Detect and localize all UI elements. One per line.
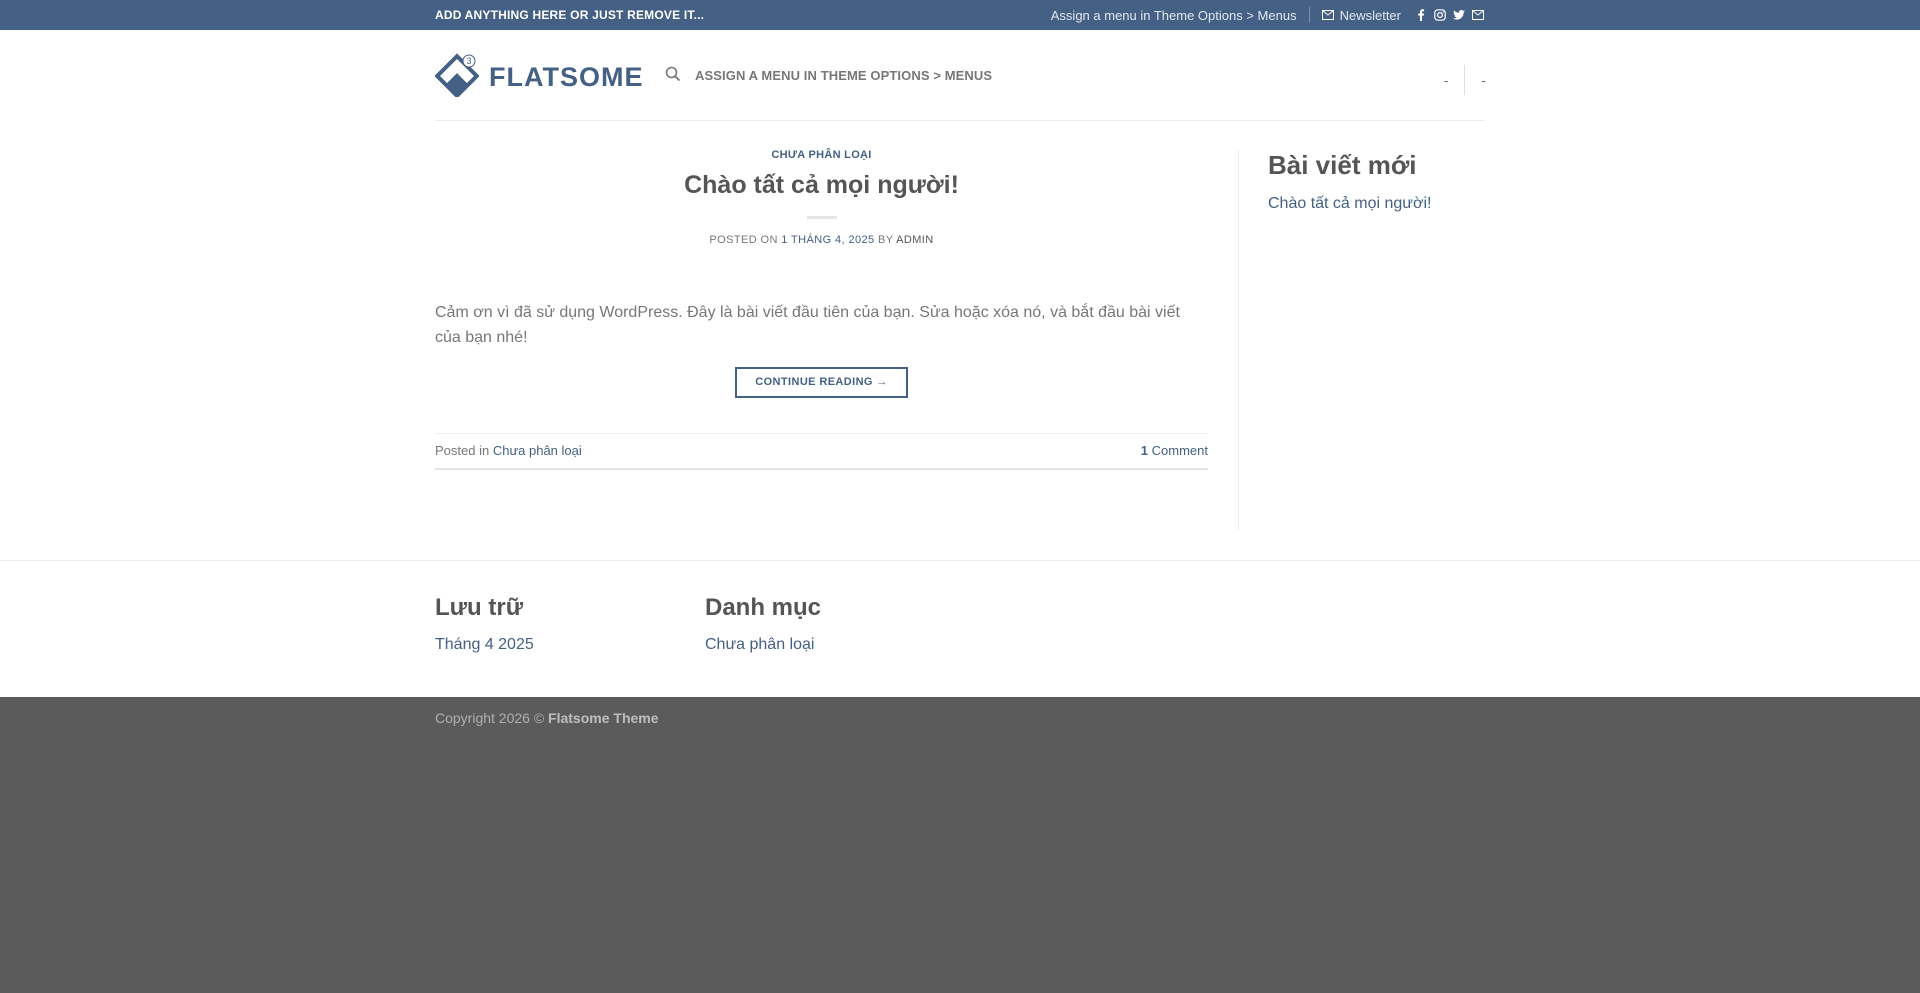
sidebar-divider — [1238, 150, 1239, 530]
posted-in-category[interactable]: Chưa phân loại — [493, 443, 582, 458]
post-date[interactable]: 1 THÁNG 4, 2025 — [781, 234, 874, 246]
title-divider — [806, 216, 837, 219]
post-meta: POSTED ON 1 THÁNG 4, 2025 BY ADMIN — [435, 234, 1208, 246]
top-bar-right: Assign a menu in Theme Options > Menus N… — [1051, 7, 1484, 23]
by-label: BY — [877, 234, 894, 246]
envelope-icon — [1321, 8, 1334, 23]
header-right-item-1[interactable]: - — [1444, 73, 1448, 88]
copyright-text: Copyright 2026 © — [435, 710, 545, 726]
site-header: 3 FLATSOME ASSIGN A MENU IN THEME OPTION… — [0, 30, 1920, 120]
absolute-footer: Copyright 2026 © Flatsome Theme — [0, 697, 1920, 993]
newsletter-link[interactable]: Newsletter — [1321, 7, 1401, 23]
header-divider — [1464, 65, 1466, 95]
recent-post-link[interactable]: Chào tất cả mọi người! — [1268, 195, 1432, 213]
top-bar: ADD ANYTHING HERE OR JUST REMOVE IT... A… — [0, 0, 1920, 30]
social-icons — [1415, 9, 1484, 21]
archive-widget: Lưu trữ Tháng 4 2025 — [435, 594, 534, 654]
category-link[interactable]: Chưa phân loại — [705, 636, 821, 654]
email-icon[interactable] — [1472, 9, 1484, 21]
top-menu-hint[interactable]: Assign a menu in Theme Options > Menus — [1051, 8, 1297, 23]
comments-link[interactable]: 1 Comment — [1141, 443, 1208, 458]
header-right-item-2[interactable]: - — [1481, 73, 1485, 88]
top-bar-text: ADD ANYTHING HERE OR JUST REMOVE IT... — [435, 8, 705, 22]
footer-widgets: Lưu trữ Tháng 4 2025 Danh mục Chưa phân … — [0, 560, 1920, 697]
search-icon[interactable] — [665, 66, 681, 87]
main-nav-hint[interactable]: ASSIGN A MENU IN THEME OPTIONS > MENUS — [695, 68, 992, 83]
post-title[interactable]: Chào tất cả mọi người! — [684, 171, 959, 199]
top-bar-divider — [1308, 7, 1310, 23]
post-excerpt: Cảm ơn vì đã sử dụng WordPress. Đây là b… — [435, 304, 1180, 346]
logo-text: FLATSOME — [489, 62, 644, 92]
copyright: Copyright 2026 © Flatsome Theme — [435, 710, 659, 726]
continue-reading-button[interactable]: CONTINUE READING → — [735, 367, 908, 398]
post-category[interactable]: CHƯA PHÂN LOẠI — [771, 149, 871, 161]
categories-widget: Danh mục Chưa phân loại — [705, 594, 821, 654]
blog-post: CHƯA PHÂN LOẠI Chào tất cả mọi người! PO… — [435, 149, 1208, 470]
logo-badge: 3 — [466, 56, 471, 66]
comments-label: Comment — [1151, 443, 1208, 458]
posted-on-label: POSTED ON — [709, 234, 778, 246]
categories-title: Danh mục — [705, 594, 822, 621]
instagram-icon[interactable] — [1434, 9, 1446, 21]
archive-title: Lưu trữ — [435, 594, 524, 621]
copyright-brand: Flatsome Theme — [548, 710, 659, 726]
header-right: - - — [1444, 65, 1486, 95]
posted-in-label: Posted in — [435, 443, 490, 458]
post-author[interactable]: ADMIN — [896, 234, 933, 246]
sidebar: Bài viết mới Chào tất cả mọi người! — [1268, 150, 1432, 213]
header-bottom-border — [435, 120, 1485, 121]
site-logo[interactable]: 3 FLATSOME — [434, 53, 644, 102]
twitter-icon[interactable] — [1453, 9, 1465, 21]
logo-mark-icon: 3 — [434, 53, 480, 102]
facebook-icon[interactable] — [1415, 9, 1427, 21]
newsletter-label: Newsletter — [1339, 7, 1401, 23]
comments-count: 1 — [1140, 443, 1149, 458]
recent-posts-title: Bài viết mới — [1268, 150, 1417, 180]
archive-link[interactable]: Tháng 4 2025 — [435, 636, 534, 654]
post-footer: Posted in Chưa phân loại 1 Comment — [435, 433, 1208, 470]
